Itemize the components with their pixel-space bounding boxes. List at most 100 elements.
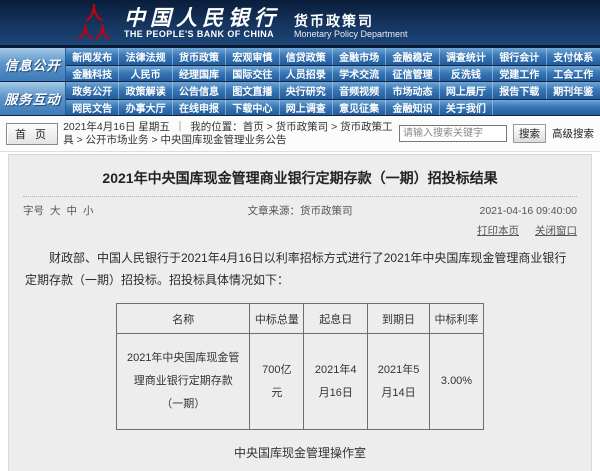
nav-item-market-dynamics[interactable]: 市场动态 <box>386 82 439 99</box>
breadcrumb-bar: 首 页 2021年4月16日 星期五 ｜ 我的位置：首页 > 货币政策司 > 货… <box>0 116 600 152</box>
bank-name-en: THE PEOPLE'S BANK OF CHINA <box>124 29 280 39</box>
bank-name-block: 中国人民银行 THE PEOPLE'S BANK OF CHINA <box>124 7 280 39</box>
nav-item-credit-reference[interactable]: 征信管理 <box>386 66 439 82</box>
nav-filler <box>547 100 600 116</box>
col-header-amount: 中标总量 <box>250 304 304 334</box>
col-header-start-date: 起息日 <box>304 304 368 334</box>
nav-item-international[interactable]: 国际交往 <box>226 66 279 82</box>
font-size-label: 字号 <box>23 203 44 218</box>
content-area: 2021年中央国库现金管理商业银行定期存款（一期）招投标结果 字号 大 中 小 … <box>0 152 600 471</box>
department-name-cn: 货币政策司 <box>294 14 408 29</box>
nav-item-gov-disclosure[interactable]: 政务公开 <box>66 82 119 99</box>
nav-item-financial-markets[interactable]: 金融市场 <box>333 48 386 65</box>
nav-item-monetary-policy[interactable]: 货币政策 <box>173 48 226 65</box>
nav-row-4: 网民文告 办事大厅 在线申报 下载中心 网上调查 意见征集 金融知识 关于我们 <box>66 99 600 116</box>
nav-item-financial-stability[interactable]: 金融稳定 <box>386 48 439 65</box>
nav-item-public-consultation[interactable]: 意见征集 <box>333 100 386 116</box>
main-nav: 信息公开 新闻发布 法律法规 货币政策 宏观审慎 信贷政策 金融市场 金融稳定 … <box>0 48 600 116</box>
pboc-webpage: 人 人 人 中国人民银行 THE PEOPLE'S BANK OF CHINA … <box>0 0 600 471</box>
cell-amount: 700亿元 <box>250 334 304 430</box>
col-header-rate: 中标利率 <box>429 304 483 334</box>
nav-item-financial-knowledge[interactable]: 金融知识 <box>386 100 439 116</box>
cell-deposit-name: 2021年中央国库现金管理商业银行定期存款（一期） <box>117 334 250 430</box>
nav-item-macroprudential[interactable]: 宏观审慎 <box>226 48 279 65</box>
font-size-small[interactable]: 小 <box>83 203 94 218</box>
nav-row-3: 政务公开 政策解读 公告信息 图文直播 央行研究 音频视频 市场动态 网上展厅 … <box>66 82 600 99</box>
nav-item-treasury[interactable]: 经理国库 <box>173 66 226 82</box>
home-button[interactable]: 首 页 <box>6 123 58 145</box>
department-block: 货币政策司 Monetary Policy Department <box>294 6 408 40</box>
nav-item-announcements[interactable]: 公告信息 <box>173 82 226 99</box>
cell-start-date: 2021年4月16日 <box>304 334 368 430</box>
nav-item-online-survey[interactable]: 网上调查 <box>280 100 333 116</box>
nav-item-report-download[interactable]: 报告下载 <box>493 82 546 99</box>
nav-label-services[interactable]: 服务互动 <box>0 82 66 115</box>
nav-item-about-us[interactable]: 关于我们 <box>440 100 493 116</box>
nav-item-party-building[interactable]: 党建工作 <box>493 66 546 82</box>
signature: 中央国库现金管理操作室 <box>9 444 591 461</box>
nav-item-news[interactable]: 新闻发布 <box>66 48 119 65</box>
search-input[interactable] <box>399 125 507 142</box>
col-header-maturity-date: 到期日 <box>368 304 430 334</box>
nav-item-audio-video[interactable]: 音频视频 <box>333 82 386 99</box>
article-card: 2021年中央国库现金管理商业银行定期存款（一期）招投标结果 字号 大 中 小 … <box>8 154 592 471</box>
breadcrumb: 2021年4月16日 星期五 ｜ 我的位置：首页 > 货币政策司 > 货币政策工… <box>63 121 395 147</box>
breadcrumb-date: 2021年4月16日 星期五 <box>63 121 170 133</box>
site-header: 人 人 人 中国人民银行 THE PEOPLE'S BANK OF CHINA … <box>0 0 600 48</box>
nav-item-online-filing[interactable]: 在线申报 <box>173 100 226 116</box>
nav-item-credit-policy[interactable]: 信贷政策 <box>280 48 333 65</box>
breadcrumb-separator: ｜ <box>173 121 188 133</box>
article-title: 2021年中央国库现金管理商业银行定期存款（一期）招投标结果 <box>9 169 591 187</box>
pboc-logo-icon: 人 人 人 <box>74 4 114 42</box>
print-page-link[interactable]: 打印本页 <box>477 223 519 238</box>
nav-item-periodicals[interactable]: 期刊年鉴 <box>547 82 600 99</box>
svg-text:人: 人 <box>94 23 111 42</box>
col-header-name: 名称 <box>117 304 250 334</box>
nav-item-statistics[interactable]: 调查统计 <box>440 48 493 65</box>
article-meta: 字号 大 中 小 文章来源：货币政策司 2021-04-16 09:40:00 <box>23 203 577 218</box>
nav-item-renminbi[interactable]: 人民币 <box>119 66 172 82</box>
article-source: 文章来源：货币政策司 <box>248 203 353 218</box>
nav-filler <box>493 100 546 116</box>
font-size-medium[interactable]: 中 <box>67 203 78 218</box>
nav-item-online-gallery[interactable]: 网上展厅 <box>440 82 493 99</box>
svg-text:人: 人 <box>77 23 94 42</box>
font-size-large[interactable]: 大 <box>50 203 61 218</box>
svg-text:人: 人 <box>85 4 104 24</box>
search-button[interactable]: 搜索 <box>513 124 546 143</box>
nav-item-netizen-notices[interactable]: 网民文告 <box>66 100 119 116</box>
article-actions: 打印本页 关闭窗口 <box>23 223 577 238</box>
nav-item-recruitment[interactable]: 人员招录 <box>280 66 333 82</box>
nav-row-2: 金融科技 人民币 经理国库 国际交往 人员招录 学术交流 征信管理 反洗钱 党建… <box>66 65 600 82</box>
nav-item-live-broadcast[interactable]: 图文直播 <box>226 82 279 99</box>
nav-item-research[interactable]: 央行研究 <box>280 82 333 99</box>
nav-item-payment-systems[interactable]: 支付体系 <box>547 48 600 65</box>
nav-item-bank-accounting[interactable]: 银行会计 <box>493 48 546 65</box>
nav-item-union-work[interactable]: 工会工作 <box>547 66 600 82</box>
nav-label-info-disclosure[interactable]: 信息公开 <box>0 48 66 81</box>
nav-item-laws[interactable]: 法律法规 <box>119 48 172 65</box>
department-name-en: Monetary Policy Department <box>294 29 408 40</box>
nav-item-anti-money-laundering[interactable]: 反洗钱 <box>440 66 493 82</box>
close-window-link[interactable]: 关闭窗口 <box>535 223 577 238</box>
article-datetime: 2021-04-16 09:40:00 <box>480 205 578 217</box>
search-area: 搜索 高级搜索 <box>399 124 594 143</box>
table-header-row: 名称 中标总量 起息日 到期日 中标利率 <box>117 304 484 334</box>
advanced-search-link[interactable]: 高级搜索 <box>552 126 594 141</box>
nav-item-service-hall[interactable]: 办事大厅 <box>119 100 172 116</box>
nav-group-info-disclosure: 信息公开 新闻发布 法律法规 货币政策 宏观审慎 信贷政策 金融市场 金融稳定 … <box>0 48 600 82</box>
divider <box>23 196 577 197</box>
cell-rate: 3.00% <box>429 334 483 430</box>
nav-row-1: 新闻发布 法律法规 货币政策 宏观审慎 信贷政策 金融市场 金融稳定 调查统计 … <box>66 48 600 65</box>
nav-item-policy-interpretation[interactable]: 政策解读 <box>119 82 172 99</box>
nav-item-download-center[interactable]: 下载中心 <box>226 100 279 116</box>
font-size-controls: 字号 大 中 小 <box>23 203 94 218</box>
nav-item-fintech[interactable]: 金融科技 <box>66 66 119 82</box>
bid-result-table: 名称 中标总量 起息日 到期日 中标利率 2021年中央国库现金管理商业银行定期… <box>116 303 484 430</box>
article-body: 财政部、中国人民银行于2021年4月16日以利率招标方式进行了2021年中央国库… <box>25 248 575 291</box>
nav-item-academic-exchange[interactable]: 学术交流 <box>333 66 386 82</box>
nav-group-services: 服务互动 政务公开 政策解读 公告信息 图文直播 央行研究 音频视频 市场动态 … <box>0 82 600 116</box>
bank-name-cn: 中国人民银行 <box>124 7 280 29</box>
cell-maturity-date: 2021年5月14日 <box>368 334 430 430</box>
table-row: 2021年中央国库现金管理商业银行定期存款（一期） 700亿元 2021年4月1… <box>117 334 484 430</box>
